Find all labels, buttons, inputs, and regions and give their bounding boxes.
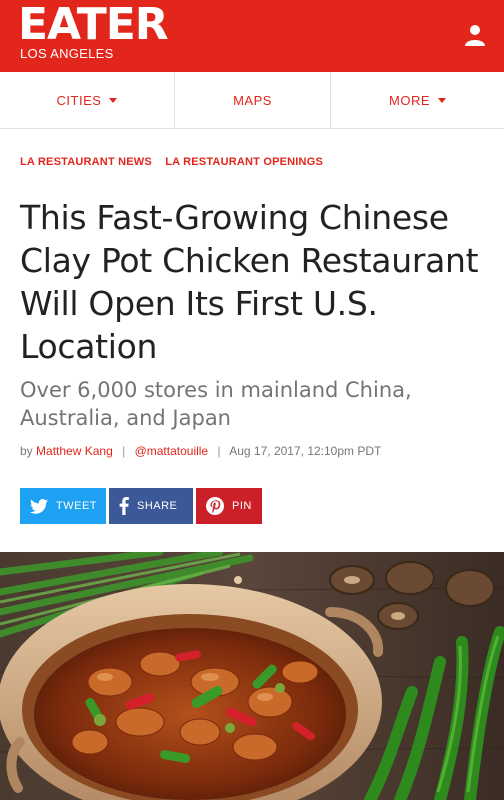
site-header: EATER LOS ANGELES xyxy=(0,0,504,72)
nav-cities[interactable]: CITIES xyxy=(0,72,175,128)
nav-cities-label: CITIES xyxy=(56,92,102,108)
share-label: SHARE xyxy=(137,500,178,512)
author-handle-link[interactable]: @mattatouille xyxy=(135,444,209,458)
clay-pot-chicken-photo xyxy=(0,552,504,800)
timestamp: Aug 17, 2017, 12:10pm PDT xyxy=(229,444,382,458)
tag-link[interactable]: LA RESTAURANT NEWS xyxy=(20,156,152,168)
tag-link[interactable]: LA RESTAURANT OPENINGS xyxy=(165,156,323,168)
main-nav: CITIES MAPS MORE xyxy=(0,72,504,129)
article-hero-image xyxy=(0,552,504,800)
pinterest-icon xyxy=(206,497,224,515)
byline-separator: | xyxy=(217,444,221,458)
facebook-share-button[interactable]: SHARE xyxy=(109,488,193,524)
pin-label: PIN xyxy=(232,500,252,512)
twitter-icon xyxy=(30,498,48,514)
eater-logo[interactable]: EATER xyxy=(18,2,169,48)
nav-more[interactable]: MORE xyxy=(331,72,504,128)
city-label[interactable]: LOS ANGELES xyxy=(20,46,114,61)
nav-maps-label: MAPS xyxy=(233,92,272,108)
tweet-button[interactable]: TWEET xyxy=(20,488,106,524)
pinterest-pin-button[interactable]: PIN xyxy=(196,488,262,524)
article-title: This Fast-Growing Chinese Clay Pot Chick… xyxy=(20,198,479,366)
nav-more-label: MORE xyxy=(389,92,430,108)
tweet-label: TWEET xyxy=(56,500,97,512)
chevron-down-icon xyxy=(109,97,118,103)
byline-separator: | xyxy=(122,444,126,458)
article-tags: LA RESTAURANT NEWS LA RESTAURANT OPENING… xyxy=(20,156,333,168)
facebook-icon xyxy=(119,497,129,515)
user-icon[interactable] xyxy=(462,22,488,48)
share-buttons: TWEET SHARE PIN xyxy=(20,488,265,524)
chevron-down-icon xyxy=(438,97,446,103)
article-dek: Over 6,000 stores in mainland China, Aus… xyxy=(20,378,412,430)
nav-maps[interactable]: MAPS xyxy=(175,72,331,128)
byline-by: by xyxy=(20,444,33,458)
byline: by Matthew Kang | @mattatouille | Aug 17… xyxy=(20,444,381,458)
author-link[interactable]: Matthew Kang xyxy=(36,444,113,458)
